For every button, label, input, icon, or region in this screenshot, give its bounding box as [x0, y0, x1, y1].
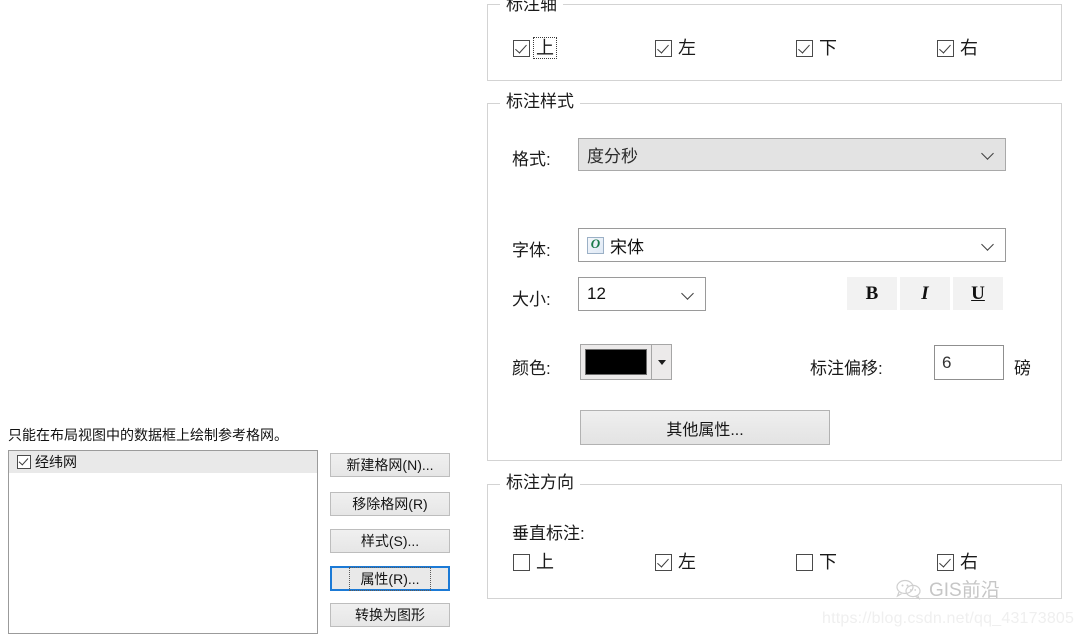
- label-axes-checkbox-left-label: 左: [678, 38, 696, 58]
- underline-button-label: U: [971, 282, 985, 304]
- opentype-font-icon: O: [587, 236, 604, 254]
- checkbox-box[interactable]: [655, 39, 672, 57]
- label-offset-label: 标注偏移:: [810, 359, 883, 378]
- checkbox-box[interactable]: [655, 553, 672, 571]
- font-select[interactable]: O 宋体: [578, 228, 1006, 262]
- format-label: 格式:: [512, 150, 551, 169]
- label-axes-checkbox-top[interactable]: 上: [513, 37, 557, 59]
- italic-button-label: I: [921, 282, 929, 304]
- label-axes-checkbox-right-label: 右: [960, 38, 978, 58]
- properties-button-label: 属性(R)...: [349, 566, 431, 591]
- checkbox-box[interactable]: [937, 553, 954, 571]
- style-button-label: 样式(S)...: [360, 533, 420, 549]
- remove-grid-button[interactable]: 移除格网(R): [330, 492, 450, 516]
- italic-button[interactable]: I: [900, 277, 950, 310]
- label-style-group-title: 标注样式: [500, 93, 580, 110]
- label-direction-checkbox-bottom-label: 下: [819, 552, 837, 572]
- color-swatch: [585, 349, 647, 375]
- vertical-labels-label: 垂直标注:: [512, 524, 585, 543]
- wechat-icon: [896, 578, 922, 600]
- label-axes-checkbox-right[interactable]: 右: [937, 37, 981, 59]
- label-direction-checkbox-right[interactable]: 右: [937, 551, 981, 573]
- checkbox-box[interactable]: [796, 39, 813, 57]
- bold-button-label: B: [865, 282, 879, 304]
- color-swatch-button[interactable]: [580, 344, 652, 380]
- color-dropdown-arrow-icon[interactable]: [652, 344, 672, 380]
- color-label: 颜色:: [512, 359, 551, 378]
- remove-grid-button-label: 移除格网(R): [352, 496, 428, 512]
- label-axes-checkbox-top-label: 上: [533, 37, 557, 59]
- convert-to-graphics-button[interactable]: 转换为图形: [330, 603, 450, 627]
- size-select-value: 12: [587, 284, 606, 303]
- label-axes-group-title: 标注轴: [500, 0, 563, 13]
- watermark-url: https://blog.csdn.net/qq_43173805: [822, 610, 1075, 627]
- bold-button[interactable]: B: [847, 277, 897, 310]
- list-item[interactable]: 经纬网: [9, 451, 317, 473]
- label-direction-checkbox-left-label: 左: [678, 552, 696, 572]
- chevron-down-icon: [982, 148, 995, 161]
- label-direction-group-title: 标注方向: [500, 474, 580, 491]
- format-select[interactable]: 度分秒: [578, 138, 1006, 171]
- list-item-checkbox[interactable]: [17, 455, 31, 469]
- help-text: 只能在布局视图中的数据框上绘制参考格网。: [8, 427, 288, 443]
- more-properties-button[interactable]: 其他属性...: [580, 410, 830, 445]
- underline-button[interactable]: U: [953, 277, 1003, 310]
- color-picker[interactable]: [580, 344, 672, 380]
- label-direction-checkbox-top-label: 上: [536, 552, 554, 572]
- font-label: 字体:: [512, 241, 551, 260]
- convert-to-graphics-button-label: 转换为图形: [355, 607, 425, 623]
- checkbox-box[interactable]: [513, 553, 530, 571]
- more-properties-button-label: 其他属性...: [666, 421, 744, 439]
- font-select-value: 宋体: [610, 237, 644, 257]
- checkbox-box[interactable]: [796, 553, 813, 571]
- checkbox-box[interactable]: [513, 39, 530, 57]
- chevron-down-icon: [982, 239, 995, 252]
- label-axes-checkbox-bottom-label: 下: [819, 38, 837, 58]
- label-axes-checkbox-bottom[interactable]: 下: [796, 37, 840, 59]
- label-offset-unit: 磅: [1014, 359, 1031, 378]
- label-direction-checkbox-top[interactable]: 上: [513, 551, 557, 573]
- label-axes-checkbox-left[interactable]: 左: [655, 37, 699, 59]
- properties-button[interactable]: 属性(R)...: [330, 566, 450, 591]
- label-offset-input[interactable]: 6: [934, 345, 1004, 380]
- size-select[interactable]: 12: [578, 277, 706, 311]
- checkbox-box[interactable]: [937, 39, 954, 57]
- label-offset-value: 6: [942, 352, 952, 372]
- chevron-down-icon: [682, 288, 695, 301]
- size-label: 大小:: [512, 290, 551, 309]
- label-direction-checkbox-left[interactable]: 左: [655, 551, 699, 573]
- grid-list[interactable]: 经纬网: [8, 450, 318, 634]
- label-direction-checkbox-right-label: 右: [960, 552, 978, 572]
- new-grid-button[interactable]: 新建格网(N)...: [330, 453, 450, 477]
- list-item-label: 经纬网: [35, 454, 77, 470]
- watermark-brand: GIS前沿: [896, 575, 1000, 602]
- style-button[interactable]: 样式(S)...: [330, 529, 450, 553]
- new-grid-button-label: 新建格网(N)...: [346, 457, 434, 473]
- watermark-brand-label: GIS前沿: [929, 580, 1000, 601]
- label-direction-checkbox-bottom[interactable]: 下: [796, 551, 840, 573]
- format-select-value: 度分秒: [587, 147, 638, 166]
